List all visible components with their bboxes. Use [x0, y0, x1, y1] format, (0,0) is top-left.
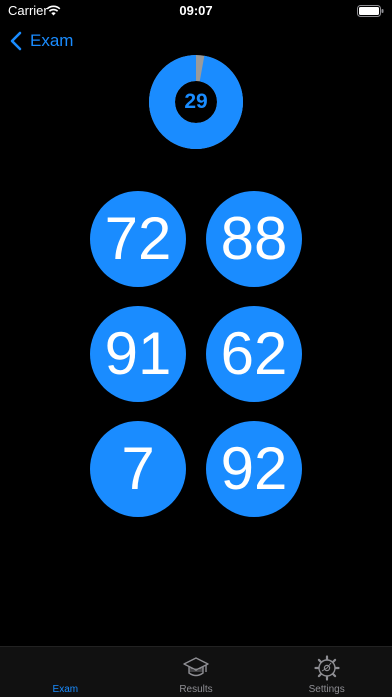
chevron-left-icon	[10, 31, 22, 51]
tab-results-label: Results	[179, 684, 213, 695]
timer-value: 29	[184, 90, 208, 113]
tab-settings-label: Settings	[308, 684, 345, 695]
answer-grid: 72 88 91 62 7 92	[90, 191, 302, 517]
tab-bar: Exam Results Settings	[0, 646, 392, 697]
tab-settings[interactable]: Settings	[261, 647, 392, 697]
answer-button[interactable]: 62	[206, 306, 302, 402]
battery-icon	[357, 5, 384, 17]
answer-button[interactable]: 91	[90, 306, 186, 402]
clock: 09:07	[179, 3, 213, 18]
gear-icon	[314, 655, 340, 681]
answer-button[interactable]: 7	[90, 421, 186, 517]
countdown-timer: 29	[149, 55, 243, 149]
back-button[interactable]: Exam	[10, 28, 73, 54]
tab-results[interactable]: Results	[131, 647, 262, 697]
answer-button[interactable]: 92	[206, 421, 302, 517]
answer-button[interactable]: 88	[206, 191, 302, 287]
back-button-label: Exam	[30, 31, 74, 50]
status-bar: Carrier 09:07	[0, 0, 392, 22]
graduation-cap-icon	[183, 657, 209, 677]
tab-exam[interactable]: Exam	[0, 647, 131, 697]
answer-button[interactable]: 72	[90, 191, 186, 287]
tab-exam-label: Exam	[52, 684, 79, 695]
